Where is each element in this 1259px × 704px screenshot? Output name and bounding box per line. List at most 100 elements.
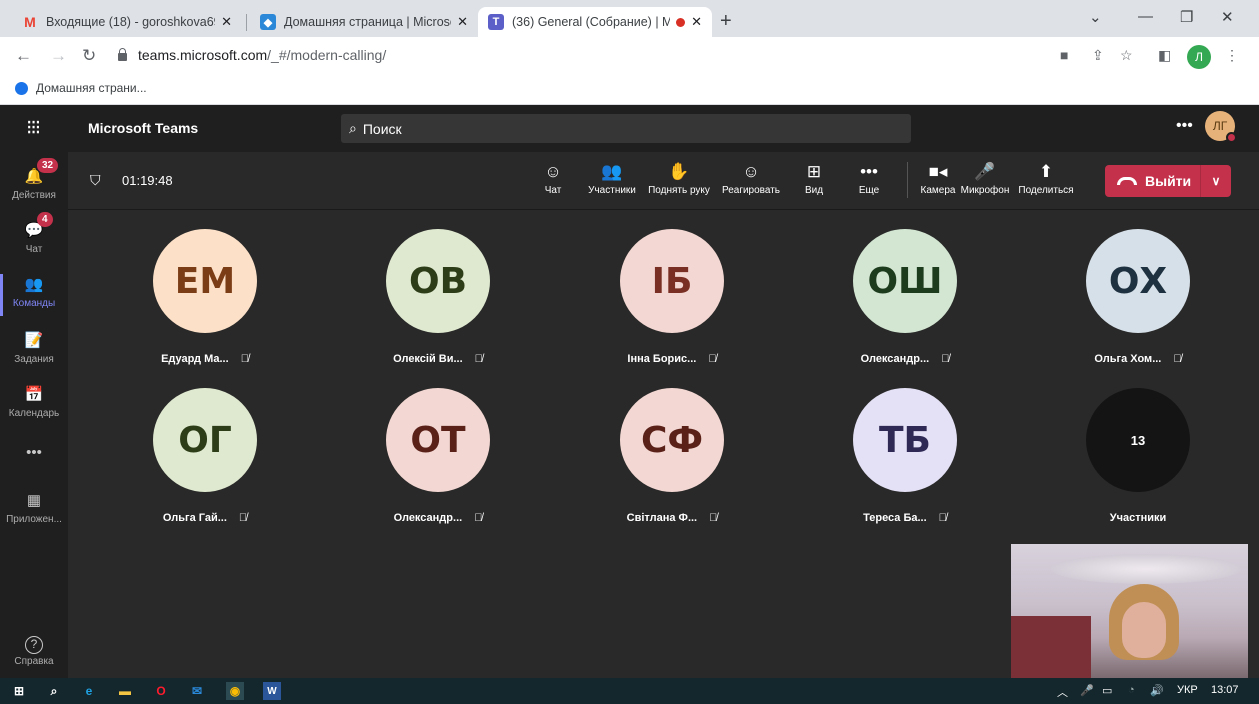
participant-tile[interactable]: ІБ Інна Борис... 🎙̸: [602, 229, 742, 365]
battery-icon[interactable]: ▭: [1102, 684, 1112, 697]
participant-name-row: Олександр... 🎙̸: [835, 353, 975, 365]
leave-button[interactable]: Выйти ∨: [1105, 165, 1231, 197]
rail-item-calendar[interactable]: 📅 Календарь: [0, 384, 68, 419]
back-icon[interactable]: ←: [15, 46, 32, 66]
share-page-icon[interactable]: ⇪: [1092, 47, 1104, 64]
search-icon[interactable]: ⌕: [45, 682, 63, 700]
participant-tile[interactable]: ОГ Ольга Гай... 🎙̸: [135, 388, 275, 524]
button-label: Вид: [804, 185, 824, 196]
clock[interactable]: 13:07: [1211, 684, 1239, 696]
participant-tile[interactable]: ОШ Олександр... 🎙̸: [835, 229, 975, 365]
overflow-participants-tile[interactable]: 13 Участники: [1068, 388, 1208, 524]
close-icon[interactable]: ✕: [457, 14, 468, 30]
participant-tile[interactable]: ОТ Олександр... 🎙̸: [368, 388, 508, 524]
meeting-control-bar: ⛉ 01:19:48 ☺ Чат 👥 Участники ✋ Поднять р…: [68, 152, 1259, 210]
participant-name-row: Ольга Гай... 🎙̸: [135, 512, 275, 524]
muted-mic-icon: 🎙̸: [708, 353, 717, 365]
file-explorer-icon[interactable]: ▬: [116, 682, 134, 700]
side-panel-icon[interactable]: ◧: [1158, 47, 1171, 64]
camera-button[interactable]: ■◂ Камера: [918, 162, 958, 196]
camera-permission-icon[interactable]: ■: [1060, 47, 1068, 63]
browser-tab-strip: M Входящие (18) - goroshkova69@ ✕ ◆ Дома…: [0, 0, 1259, 37]
activity-badge: 32: [37, 158, 59, 173]
share-icon: ⬆: [1038, 162, 1054, 181]
user-initials: ЛГ: [1212, 119, 1228, 133]
window-close-icon[interactable]: ✕: [1221, 8, 1234, 26]
new-tab-button[interactable]: +: [720, 10, 732, 33]
forward-icon[interactable]: →: [50, 46, 67, 66]
share-button[interactable]: ⬆ Поделиться: [1018, 162, 1074, 196]
react-button[interactable]: ☺ Реагировать: [718, 162, 784, 196]
user-avatar[interactable]: ЛГ: [1205, 111, 1237, 143]
rail-item-activity[interactable]: 🔔 32 Действия: [0, 158, 68, 201]
rail-label: Задания: [14, 354, 54, 365]
view-button[interactable]: ⊞ Вид: [802, 162, 826, 196]
microsoft-office-icon: [15, 81, 28, 95]
restore-icon[interactable]: ❐: [1180, 8, 1193, 26]
browser-toolbar: ← → ↻ teams.microsoft.com/_#/modern-call…: [0, 37, 1259, 75]
rail-item-chat[interactable]: 💬 4 Чат: [0, 212, 68, 255]
volume-icon[interactable]: 🔊: [1150, 684, 1164, 697]
close-icon[interactable]: ✕: [221, 14, 232, 30]
tab-microsoft-home[interactable]: ◆ Домашняя страница | Microsoft ✕: [250, 7, 478, 37]
rail-item-more-apps[interactable]: •••: [0, 442, 68, 466]
tray-mic-icon[interactable]: 🎤: [1080, 684, 1094, 697]
microphone-button[interactable]: 🎤 Микрофон: [959, 162, 1011, 196]
rail-item-assignments[interactable]: 📝 Задания: [0, 330, 68, 365]
opera-icon[interactable]: O: [152, 682, 170, 700]
button-label: Еще: [858, 185, 880, 196]
ceiling-light: [1051, 554, 1241, 584]
apps-icon: ▦: [26, 492, 42, 509]
bookmark-star-icon[interactable]: ☆: [1120, 47, 1133, 64]
settings-more-icon[interactable]: •••: [1176, 117, 1193, 135]
participant-tile[interactable]: СФ Світлана Ф... 🎙̸: [602, 388, 742, 524]
app-launcher-icon[interactable]: ⁝⁝⁝: [26, 115, 41, 140]
close-icon[interactable]: ✕: [691, 14, 702, 30]
participant-tile[interactable]: ЕМ Едуард Ма... 🎙̸: [135, 229, 275, 365]
raise-hand-button[interactable]: ✋ Поднять руку: [646, 162, 712, 196]
language-indicator[interactable]: УКР: [1177, 684, 1198, 696]
chevron-down-icon[interactable]: ∨: [1201, 174, 1231, 188]
tray-overflow-icon[interactable]: ︿: [1057, 684, 1068, 700]
tab-gmail[interactable]: M Входящие (18) - goroshkova69@ ✕: [12, 7, 242, 37]
chrome-icon[interactable]: ◉: [226, 682, 244, 700]
chat-badge: 4: [37, 212, 53, 227]
tab-search-icon[interactable]: ⌄: [1089, 8, 1102, 26]
participant-tile[interactable]: ОХ Ольга Хом... 🎙̸: [1068, 229, 1208, 365]
muted-mic-icon: 🎙̸: [941, 353, 950, 365]
minimize-icon[interactable]: —: [1138, 8, 1153, 25]
more-button[interactable]: ••• Еще: [854, 162, 884, 196]
chrome-menu-icon[interactable]: ⋮: [1225, 47, 1239, 64]
rail-item-apps[interactable]: ▦ Приложен...: [0, 490, 68, 525]
browser-profile-avatar[interactable]: Л: [1187, 45, 1211, 69]
button-label: Камера: [920, 185, 956, 196]
participant-tile[interactable]: ОВ Олексій Ви... 🎙̸: [368, 229, 508, 365]
search-box[interactable]: ⌕: [341, 114, 911, 143]
mail-icon[interactable]: ✉: [188, 682, 206, 700]
button-label: Поделиться: [1018, 185, 1074, 196]
rail-item-help[interactable]: ? Справка: [0, 636, 68, 667]
word-icon[interactable]: W: [263, 682, 281, 700]
windows-start-icon[interactable]: ⊞: [10, 682, 28, 700]
person-face: [1122, 602, 1166, 658]
self-video-preview[interactable]: [1011, 544, 1248, 678]
tab-teams-meeting[interactable]: T (36) General (Собрание) | M ✕: [478, 7, 712, 37]
participants-icon: 👥: [601, 162, 623, 181]
leave-main[interactable]: Выйти: [1105, 165, 1201, 197]
app-name: Microsoft Teams: [88, 120, 199, 136]
search-input[interactable]: [362, 120, 863, 137]
chat-button[interactable]: ☺ Чат: [540, 162, 566, 196]
recording-indicator-icon: [676, 17, 686, 27]
camera-icon: ■◂: [928, 162, 948, 181]
wifi-icon[interactable]: ◔: [1128, 684, 1135, 696]
bookmark-item[interactable]: Домашняя страни...: [15, 81, 147, 95]
hang-up-icon: [1117, 177, 1137, 185]
participant-tile[interactable]: ТБ Тереса Ба... 🎙̸: [835, 388, 975, 524]
reload-icon[interactable]: ↻: [82, 46, 96, 66]
participant-avatar: ЕМ: [153, 229, 257, 333]
address-bar[interactable]: teams.microsoft.com/_#/modern-calling/: [118, 47, 386, 63]
rail-item-teams[interactable]: 👥 Команды: [0, 274, 68, 316]
edge-icon[interactable]: e: [80, 682, 98, 700]
participants-button[interactable]: 👥 Участники: [584, 162, 640, 196]
meeting-info-shield-icon[interactable]: ⛉: [90, 172, 101, 189]
